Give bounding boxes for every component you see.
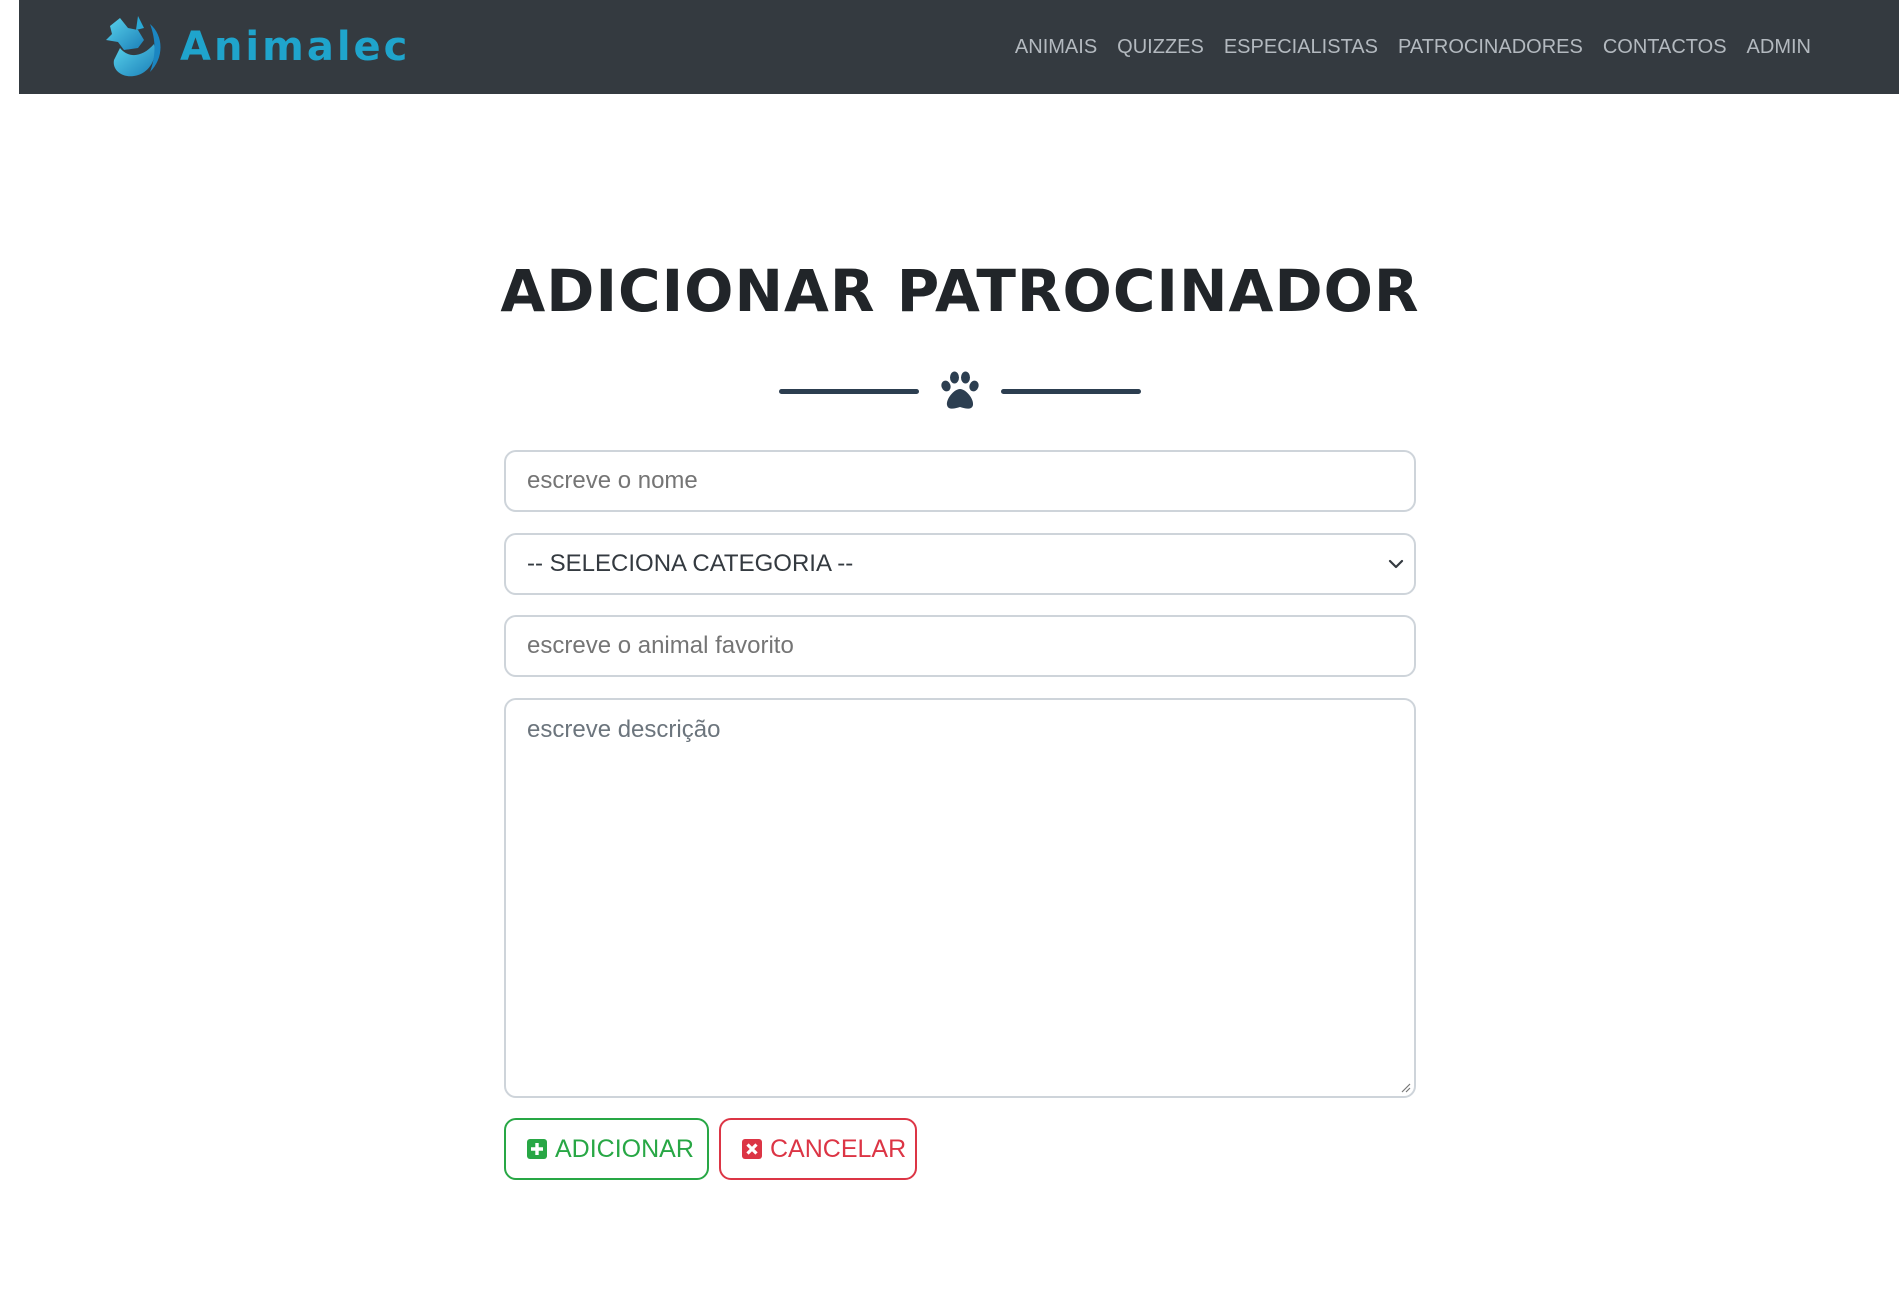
category-select[interactable]: -- SELECIONA CATEGORIA --: [504, 533, 1416, 595]
description-placeholder: escreve descrição: [527, 716, 721, 743]
cancel-button[interactable]: CANCELAR: [719, 1118, 917, 1180]
add-button-label: ADICIONAR: [555, 1134, 694, 1163]
nav-link-contactos[interactable]: CONTACTOS: [1603, 36, 1727, 59]
navbar: Animalec ANIMAIS QUIZZES ESPECIALISTAS P…: [19, 0, 1899, 94]
nav-link-especialistas[interactable]: ESPECIALISTAS: [1224, 36, 1378, 59]
plus-square-icon: [527, 1139, 547, 1159]
paw-icon: [941, 371, 979, 409]
title-divider: [0, 368, 1899, 414]
resize-handle-icon[interactable]: [1399, 1081, 1411, 1093]
description-textarea[interactable]: escreve descrição: [504, 698, 1416, 1098]
fox-logo-icon: [106, 16, 161, 77]
nav-link-animais[interactable]: ANIMAIS: [1015, 36, 1097, 59]
category-select-value: -- SELECIONA CATEGORIA --: [527, 550, 854, 577]
chevron-down-icon: [1388, 559, 1404, 569]
brand-name: Animalec: [180, 24, 411, 70]
nav-link-admin[interactable]: ADMIN: [1747, 36, 1811, 59]
name-input[interactable]: [504, 450, 1416, 512]
close-square-icon: [742, 1139, 762, 1159]
favorite-animal-input[interactable]: [504, 615, 1416, 677]
divider-line-left: [779, 388, 919, 394]
add-button[interactable]: ADICIONAR: [504, 1118, 709, 1180]
page-title: ADICIONAR PATROCINADOR: [500, 257, 1420, 325]
cancel-button-label: CANCELAR: [770, 1134, 907, 1163]
divider-line-right: [1001, 388, 1141, 394]
nav-links: ANIMAIS QUIZZES ESPECIALISTAS PATROCINAD…: [995, 0, 1811, 94]
nav-link-quizzes[interactable]: QUIZZES: [1117, 36, 1204, 59]
nav-link-patrocinadores[interactable]: PATROCINADORES: [1398, 36, 1583, 59]
brand-link[interactable]: Animalec: [98, 14, 410, 80]
